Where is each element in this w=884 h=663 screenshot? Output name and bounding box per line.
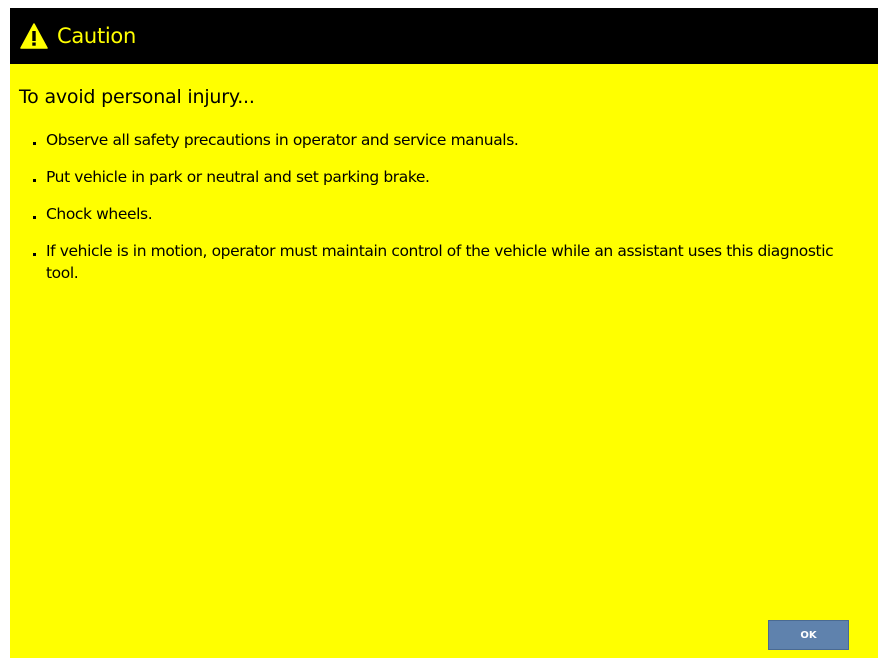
warning-triangle-icon [20, 23, 48, 49]
list-item-text: Chock wheels. [46, 205, 153, 223]
list-item: Observe all safety precautions in operat… [32, 129, 852, 151]
dialog-title: Caution [57, 24, 136, 48]
list-item: Chock wheels. [32, 203, 852, 225]
list-item-text: If vehicle is in motion, operator must m… [46, 242, 834, 282]
bullet-icon [33, 142, 36, 145]
title-bar: Caution [10, 8, 878, 64]
bullet-icon [33, 216, 36, 219]
list-item-text: Observe all safety precautions in operat… [46, 131, 519, 149]
list-item: Put vehicle in park or neutral and set p… [32, 166, 852, 188]
list-item-text: Put vehicle in park or neutral and set p… [46, 168, 430, 186]
bullet-icon [33, 179, 36, 182]
safety-list: Observe all safety precautions in operat… [32, 129, 852, 299]
heading: To avoid personal injury... [19, 86, 255, 108]
bullet-icon [33, 253, 36, 256]
list-item: If vehicle is in motion, operator must m… [32, 240, 852, 284]
ok-button[interactable]: OK [768, 620, 849, 650]
caution-dialog: Caution To avoid personal injury... Obse… [10, 8, 878, 658]
